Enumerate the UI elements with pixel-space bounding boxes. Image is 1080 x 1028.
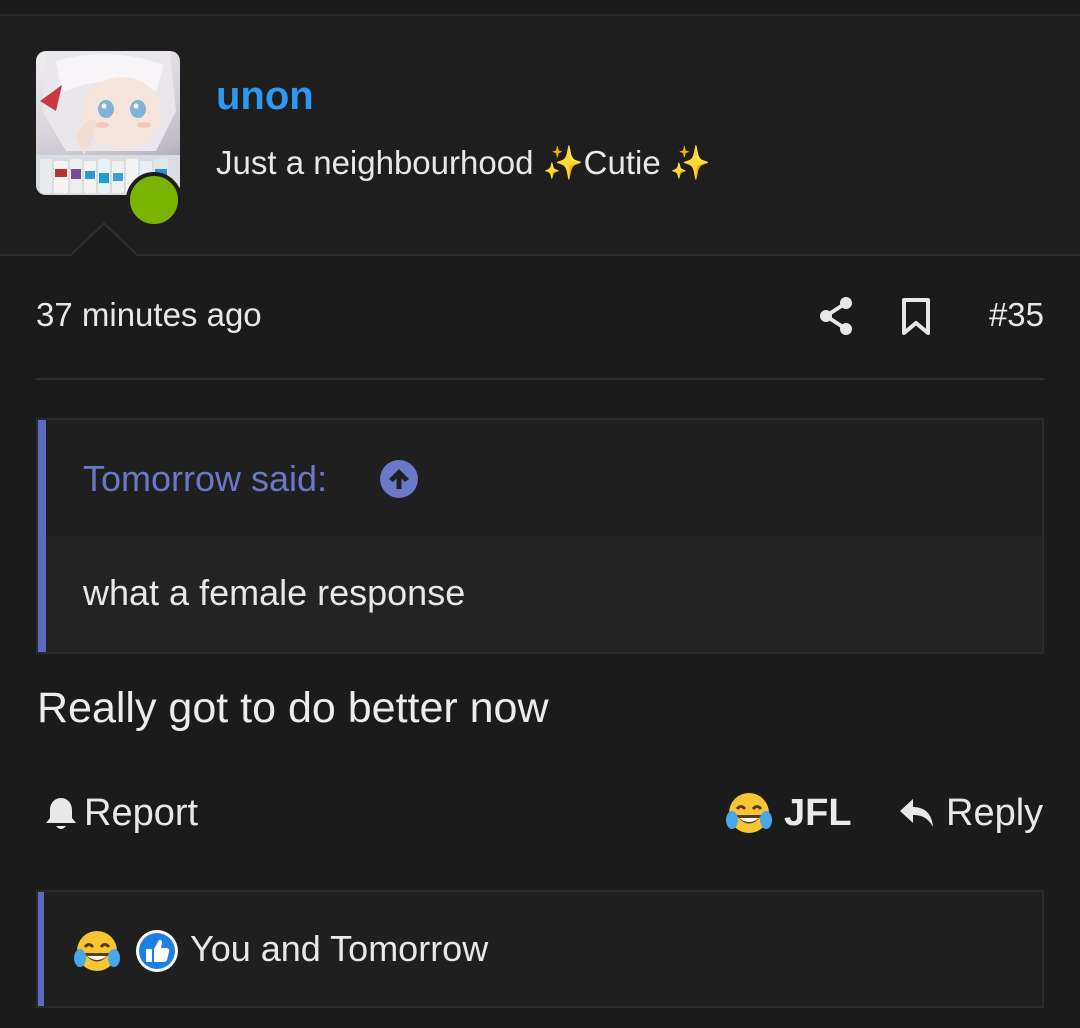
jfl-label: JFL — [784, 791, 852, 834]
quote-header[interactable]: Tomorrow said: — [46, 420, 1042, 536]
reply-button[interactable]: Reply — [898, 792, 1043, 835]
post-actions: Report JFL Reply — [36, 786, 1044, 846]
meta-divider — [36, 378, 1044, 380]
reactions-bar[interactable]: You and Tomorrow — [36, 890, 1044, 1008]
share-icon[interactable] — [818, 296, 854, 341]
report-label: Report — [84, 792, 199, 834]
quote-author[interactable]: Tomorrow said: — [83, 458, 327, 500]
jfl-reaction-button[interactable]: JFL — [726, 790, 852, 836]
bell-icon — [46, 797, 76, 829]
username[interactable]: unon — [216, 74, 314, 119]
quote-text: what a female response — [83, 572, 466, 613]
post-timestamp[interactable]: 37 minutes ago — [36, 296, 262, 334]
bookmark-icon[interactable] — [900, 298, 932, 341]
post-meta: 37 minutes ago #35 — [36, 290, 1044, 346]
quote-accent-bar — [38, 420, 46, 652]
user-header: unon Just a neighbourhood ✨Cutie ✨ — [0, 16, 1080, 256]
report-button[interactable]: Report — [44, 792, 198, 835]
post-number[interactable]: #35 — [989, 296, 1044, 334]
reply-arrow-icon — [900, 798, 933, 827]
reactions-accent-bar — [38, 892, 44, 1006]
quote-block: Tomorrow said: what a female response — [36, 418, 1044, 654]
arrow-up-circle-icon[interactable] — [380, 460, 418, 498]
online-status-indicator — [126, 172, 182, 228]
reply-label: Reply — [946, 792, 1044, 834]
laugh-cry-emoji-icon — [726, 793, 772, 833]
reactions-summary[interactable]: You and Tomorrow — [190, 928, 488, 970]
user-title: Just a neighbourhood ✨Cutie ✨ — [216, 144, 711, 181]
laugh-cry-emoji-icon — [74, 931, 120, 971]
thumbs-up-icon — [136, 930, 178, 972]
post-body: Really got to do better now — [37, 684, 549, 732]
